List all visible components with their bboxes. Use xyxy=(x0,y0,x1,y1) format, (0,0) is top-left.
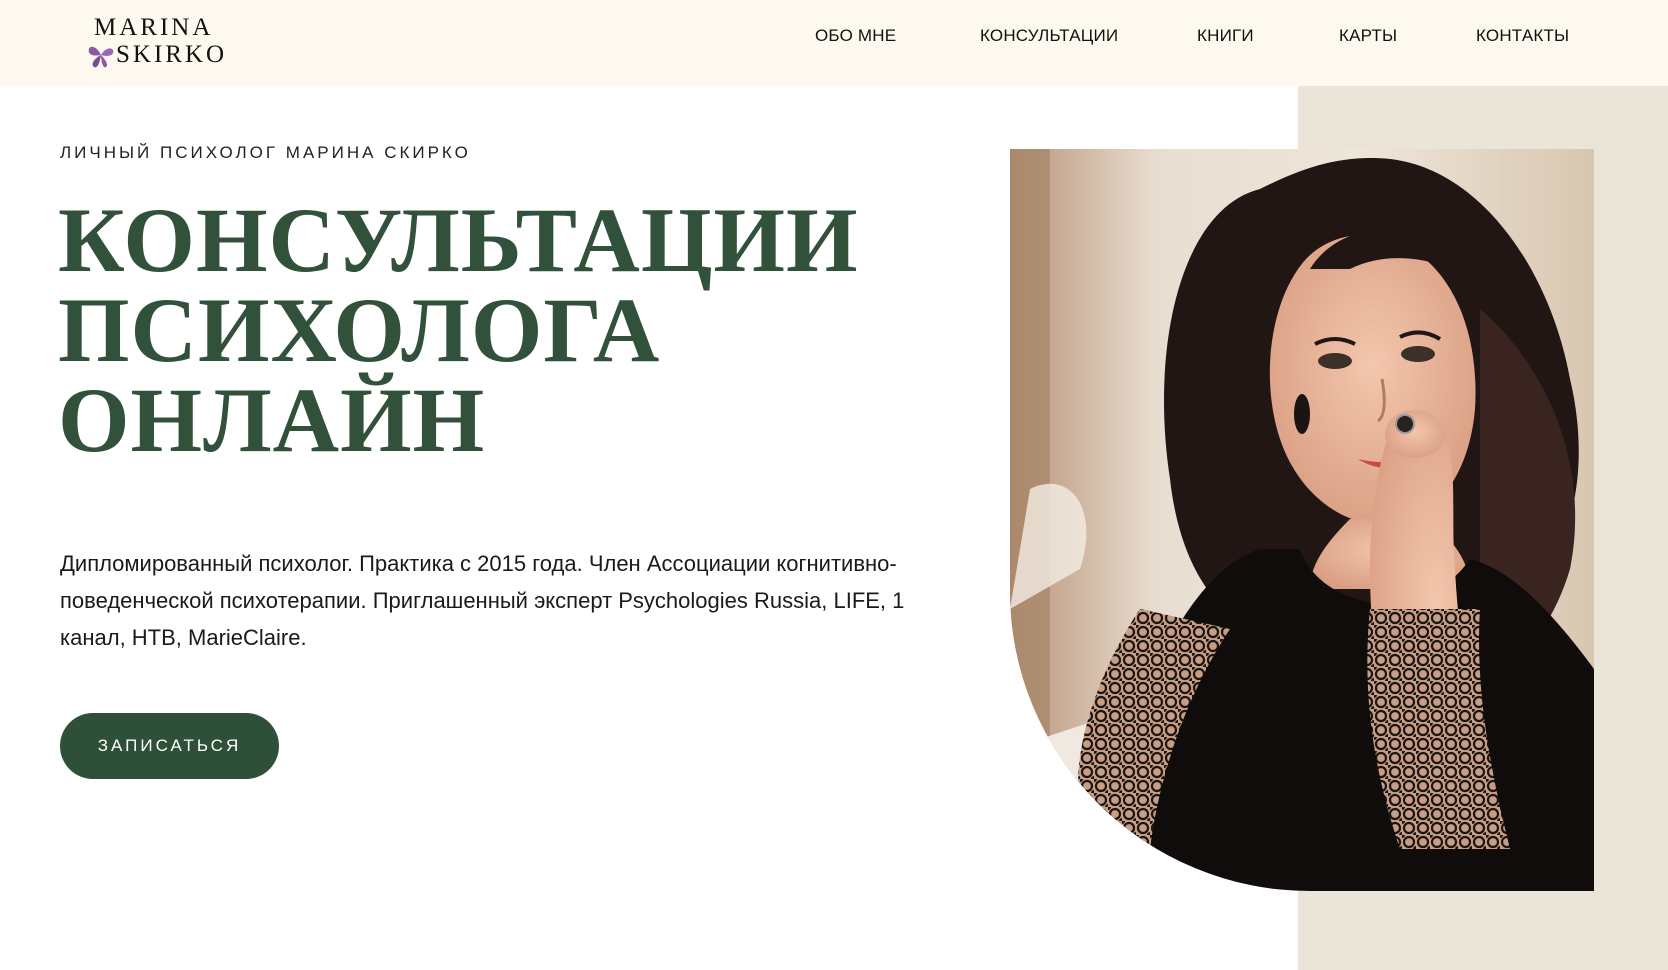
nav-item-consultations[interactable]: КОНСУЛЬТАЦИИ xyxy=(980,26,1118,46)
logo-text-line2: SKIRKO xyxy=(116,41,228,68)
headline-line-2: ПСИХОЛОГА xyxy=(58,279,661,381)
hero-description: Дипломированный психолог. Практика с 201… xyxy=(60,551,905,650)
nav-item-contacts[interactable]: КОНТАКТЫ xyxy=(1476,26,1569,46)
headline-line-1: КОНСУЛЬТАЦИИ xyxy=(58,189,859,291)
nav-item-books[interactable]: КНИГИ xyxy=(1197,26,1254,46)
book-appointment-button[interactable]: ЗАПИСАТЬСЯ xyxy=(60,713,279,779)
nav-item-cards[interactable]: КАРТЫ xyxy=(1339,26,1397,46)
hero-headline: КОНСУЛЬТАЦИИ ПСИХОЛОГА ОНЛАЙН xyxy=(58,189,958,471)
logo-text-line1: MARINA xyxy=(94,14,214,41)
hero-kicker: ЛИЧНЫЙ ПСИХОЛОГ МАРИНА СКИРКО xyxy=(60,143,471,162)
portrait-illustration xyxy=(1010,149,1594,891)
headline-line-3: ОНЛАЙН xyxy=(58,369,486,471)
nav-item-about[interactable]: ОБО МНЕ xyxy=(815,26,896,46)
psychologist-portrait-photo xyxy=(1010,149,1594,891)
site-header: MARINA SKIRKO ОБО МНЕ КОНСУЛЬТАЦИИ КНИГИ… xyxy=(0,0,1668,86)
site-logo[interactable]: MARINA SKIRKO xyxy=(86,14,236,70)
butterfly-icon xyxy=(88,46,114,68)
